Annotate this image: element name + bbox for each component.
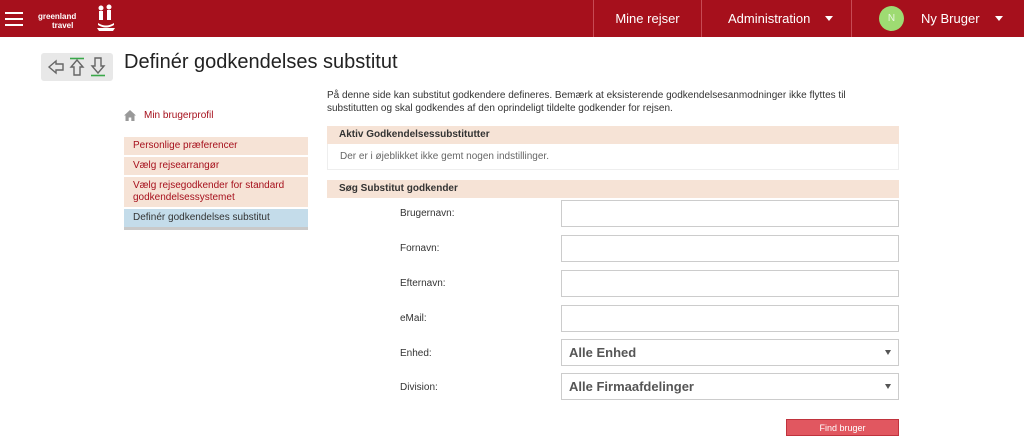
sidebar-item-travel-arranger[interactable]: Vælg rejsearrangør bbox=[124, 157, 308, 175]
page-title: Definér godkendelses substitut bbox=[124, 51, 398, 73]
dropdown-arrow-icon bbox=[885, 350, 891, 355]
chevron-down-icon bbox=[825, 16, 834, 21]
unit-label: Enhed: bbox=[400, 348, 432, 359]
arrow-down-icon[interactable] bbox=[89, 57, 107, 77]
username-label: Brugernavn: bbox=[400, 208, 455, 219]
find-user-button[interactable]: Find bruger bbox=[786, 419, 899, 436]
lastname-input[interactable] bbox=[561, 270, 899, 297]
dropdown-arrow-icon bbox=[885, 384, 891, 389]
unit-select-value: Alle Enhed bbox=[569, 345, 637, 360]
search-substitute-heading: Søg Substitut godkender bbox=[327, 180, 899, 198]
logo-line2: travel bbox=[52, 21, 74, 30]
username-input[interactable] bbox=[561, 200, 899, 227]
division-label: Division: bbox=[400, 382, 438, 393]
top-navbar: greenland travel Mine rejser Administrat… bbox=[0, 0, 1024, 37]
arrow-up-icon[interactable] bbox=[68, 57, 86, 77]
sidebar-item-personal-preferences[interactable]: Personlige præferencer bbox=[124, 137, 308, 155]
email-label: eMail: bbox=[400, 313, 427, 324]
avatar: N bbox=[879, 6, 904, 31]
logo-line1: greenland bbox=[38, 12, 77, 21]
user-name: Ny Bruger bbox=[921, 11, 980, 26]
sidebar-menu: Personlige præferencer Vælg rejsearrangø… bbox=[124, 137, 308, 232]
email-input[interactable] bbox=[561, 305, 899, 332]
arrow-left-icon[interactable] bbox=[47, 58, 65, 76]
unit-select[interactable]: Alle Enhed bbox=[561, 339, 899, 366]
logo-figures-icon bbox=[97, 4, 115, 31]
division-select-value: Alle Firmaafdelinger bbox=[569, 379, 694, 394]
division-select[interactable]: Alle Firmaafdelinger bbox=[561, 373, 899, 400]
nav-administration[interactable]: Administration bbox=[701, 0, 851, 37]
nav-mine-rejser[interactable]: Mine rejser bbox=[593, 0, 701, 37]
empty-state-text: Der er i øjeblikket ikke gemt nogen inds… bbox=[327, 144, 899, 170]
chevron-down-icon bbox=[994, 16, 1003, 21]
lastname-label: Efternavn: bbox=[400, 278, 446, 289]
greenland-travel-logo[interactable]: greenland travel bbox=[38, 4, 118, 34]
firstname-input[interactable] bbox=[561, 235, 899, 262]
intro-text: På denne side kan substitut godkendere d… bbox=[327, 90, 846, 114]
sidebar-item-travel-approver[interactable]: Vælg rejsegodkender for standard godkend… bbox=[124, 177, 308, 207]
active-substitutes-heading: Aktiv Godkendelsessubstitutter bbox=[327, 126, 899, 144]
user-menu[interactable]: N Ny Bruger bbox=[851, 0, 1024, 37]
home-icon bbox=[124, 110, 136, 121]
sidebar-item-approval-substitute[interactable]: Definér godkendelses substitut bbox=[124, 209, 308, 230]
page-navigation-arrows bbox=[41, 53, 113, 81]
firstname-label: Fornavn: bbox=[400, 243, 440, 254]
menu-icon[interactable] bbox=[0, 0, 28, 37]
profile-link[interactable]: Min brugerprofil bbox=[124, 110, 213, 121]
